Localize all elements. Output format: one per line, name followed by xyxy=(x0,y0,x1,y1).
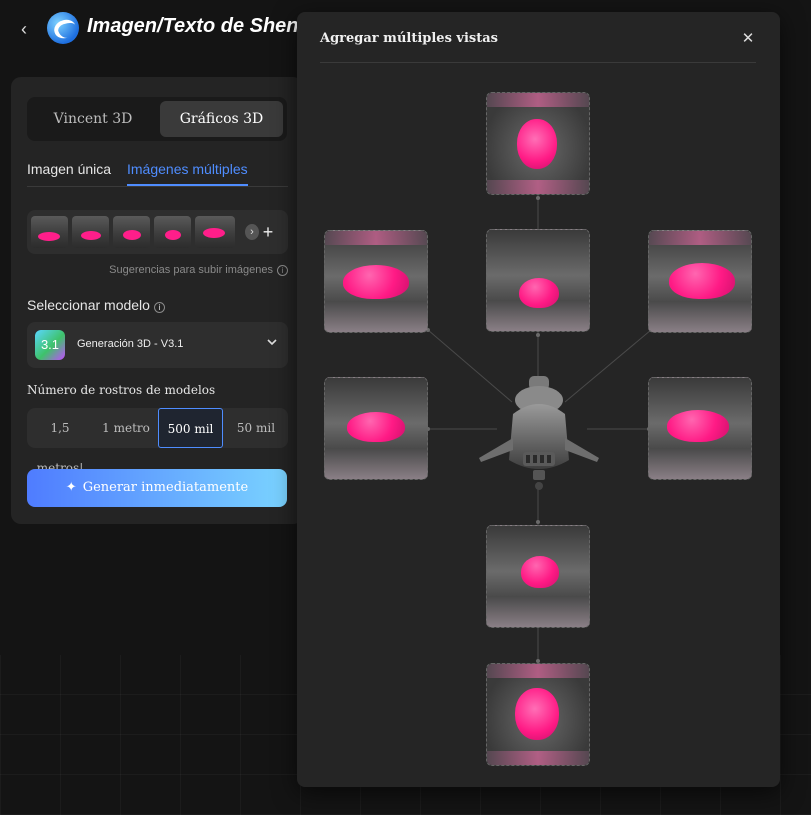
faces-selector: 1,5 metros| 1 metro 500 mil 50 mil xyxy=(27,408,288,475)
sparkle-icon: ✦ xyxy=(65,480,77,495)
view-back[interactable] xyxy=(486,525,590,628)
model-label: Seleccionar modelo i xyxy=(27,297,165,313)
add-image-button[interactable]: + xyxy=(255,219,281,245)
thumbnail-image[interactable] xyxy=(195,216,235,248)
generate-button[interactable]: ✦ Generar inmediatamente xyxy=(27,469,287,507)
faces-option-1-5m[interactable]: 1,5 metros| xyxy=(29,408,91,475)
uploaded-thumbnails: › + xyxy=(27,210,288,254)
left-panel: Vincent 3D Gráficos 3D Imagen única Imág… xyxy=(11,77,303,524)
thumbnail-image[interactable] xyxy=(31,216,68,248)
tab-vincent-3d[interactable]: Vincent 3D xyxy=(31,101,155,137)
chevron-down-icon xyxy=(266,336,278,351)
model-version-badge: 3.1 xyxy=(35,330,65,360)
view-top[interactable] xyxy=(486,92,590,195)
tab-imagen-unica[interactable]: Imagen única xyxy=(27,161,111,177)
image-mode-tabs: Imagen única Imágenes múltiples xyxy=(27,159,288,187)
faces-option-50k[interactable]: 50 mil xyxy=(226,408,286,448)
thumbnail-image[interactable] xyxy=(113,216,150,248)
faces-option-500k[interactable]: 500 mil xyxy=(158,408,223,448)
faces-option-1m[interactable]: 1 metro xyxy=(95,408,157,448)
upload-hint[interactable]: Sugerencias para subir imágenes i xyxy=(27,264,288,276)
view-left[interactable] xyxy=(324,230,428,333)
chevron-left-icon[interactable]: ‹ xyxy=(14,17,34,41)
tab-graficos-3d[interactable]: Gráficos 3D xyxy=(160,101,283,137)
thumbnail-image[interactable] xyxy=(72,216,109,248)
thumbnail-image[interactable] xyxy=(154,216,191,248)
tab-imagenes-multiples[interactable]: Imágenes múltiples xyxy=(127,161,248,186)
view-right[interactable] xyxy=(648,230,752,333)
reference-model-icon xyxy=(479,376,599,490)
info-icon[interactable]: i xyxy=(153,302,165,313)
view-bottom[interactable] xyxy=(486,663,590,766)
view-front[interactable] xyxy=(486,229,590,332)
model-select[interactable]: 3.1 Generación 3D - V3.1 xyxy=(27,322,288,368)
model-selected-value: Generación 3D - V3.1 xyxy=(77,338,184,350)
upload-hint-text: Sugerencias para subir imágenes xyxy=(109,264,273,276)
app-title: Imagen/Texto de Sheng3D xyxy=(87,15,297,37)
app-logo-icon xyxy=(47,12,79,44)
mode-switcher: Vincent 3D Gráficos 3D xyxy=(27,97,287,141)
view-left-side[interactable] xyxy=(324,377,428,480)
generate-label: Generar inmediatamente xyxy=(82,480,249,495)
model-label-text: Seleccionar modelo xyxy=(27,297,150,313)
faces-label: Número de rostros de modelos xyxy=(27,383,216,397)
info-icon: i xyxy=(277,265,288,276)
add-views-modal: Agregar múltiples vistas ✕ xyxy=(297,12,780,787)
view-right-side[interactable] xyxy=(648,377,752,480)
